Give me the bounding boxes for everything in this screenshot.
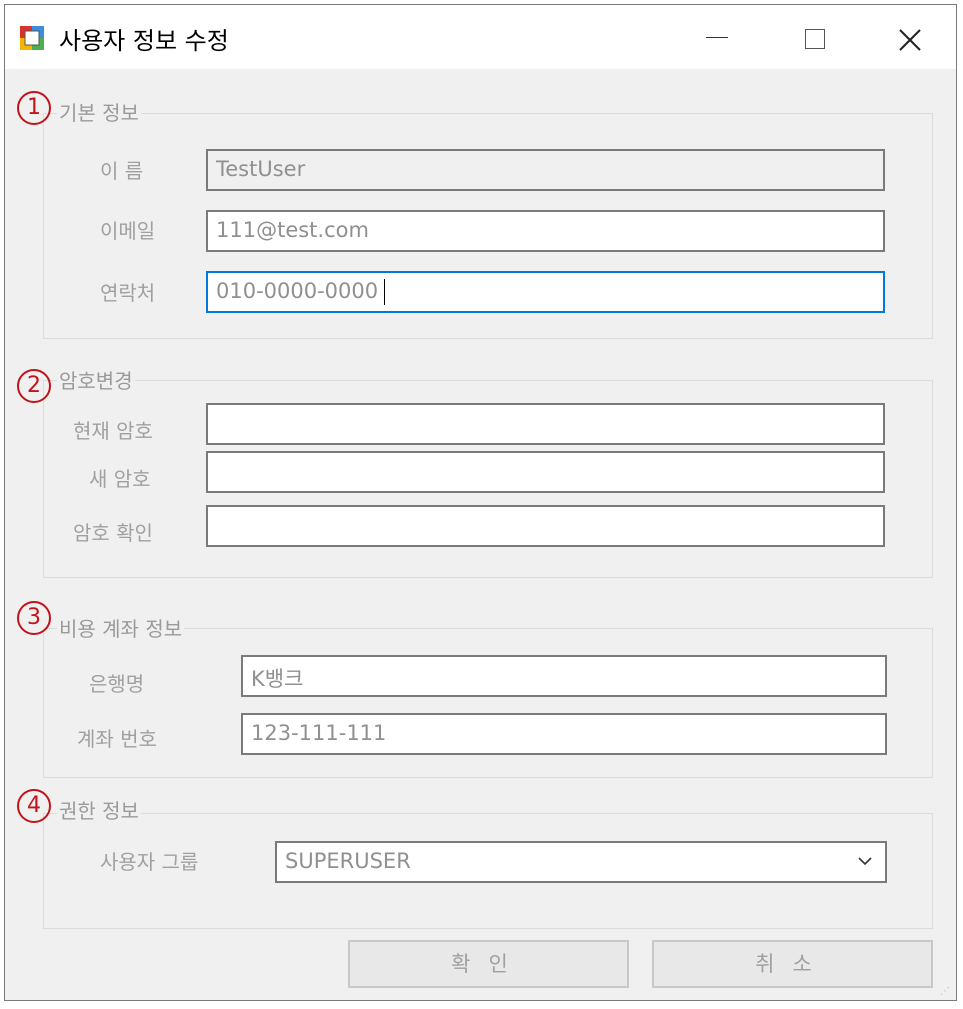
account-number-label: 계좌 번호 [77, 727, 157, 751]
marker-4: 4 [17, 789, 51, 823]
marker-1: 1 [17, 91, 51, 125]
marker-3: 3 [17, 601, 51, 635]
account-group [43, 628, 933, 778]
bank-field[interactable]: K뱅크 [241, 655, 887, 697]
confirm-password-label: 암호 확인 [73, 521, 153, 545]
resize-grip-icon[interactable]: ⋰ [940, 986, 950, 997]
permission-legend: 권한 정보 [57, 795, 141, 824]
window-title: 사용자 정보 수정 [59, 27, 229, 55]
text-caret [384, 279, 385, 305]
new-password-field[interactable] [206, 451, 885, 493]
phone-label: 연락처 [100, 281, 156, 305]
current-password-field[interactable] [206, 403, 885, 445]
email-label: 이메일 [100, 219, 156, 243]
bank-label: 은행명 [89, 672, 145, 696]
basic-info-legend: 기본 정보 [57, 97, 141, 126]
user-group-value: SUPERUSER [285, 849, 411, 873]
chevron-down-icon[interactable] [857, 853, 873, 869]
user-group-select[interactable]: SUPERUSER [275, 841, 887, 883]
title-bar[interactable]: 사용자 정보 수정 [5, 5, 956, 69]
close-icon[interactable] [895, 25, 925, 55]
phone-value: 010-0000-0000 [216, 279, 379, 303]
password-legend: 암호변경 [57, 365, 135, 394]
marker-2: 2 [17, 369, 51, 403]
minimize-icon[interactable] [706, 37, 728, 38]
user-group-label: 사용자 그룹 [100, 850, 199, 874]
new-password-label: 새 암호 [89, 467, 151, 491]
ok-button[interactable]: 확인 [348, 940, 629, 988]
maximize-icon[interactable] [805, 29, 825, 49]
confirm-password-field[interactable] [206, 505, 885, 547]
current-password-label: 현재 암호 [73, 419, 153, 443]
phone-field[interactable]: 010-0000-0000 [206, 271, 885, 313]
email-field[interactable]: 111@test.com [206, 210, 885, 252]
name-label: 이 름 [100, 159, 144, 183]
account-legend: 비용 계좌 정보 [57, 613, 185, 642]
cancel-button[interactable]: 취소 [652, 940, 933, 988]
user-edit-window: 사용자 정보 수정 기본 정보 1 이 름 TestUser 이메일 111@t… [4, 4, 957, 1001]
account-number-field[interactable]: 123-111-111 [241, 713, 887, 755]
name-field[interactable]: TestUser [206, 149, 885, 191]
app-icon [20, 26, 44, 50]
